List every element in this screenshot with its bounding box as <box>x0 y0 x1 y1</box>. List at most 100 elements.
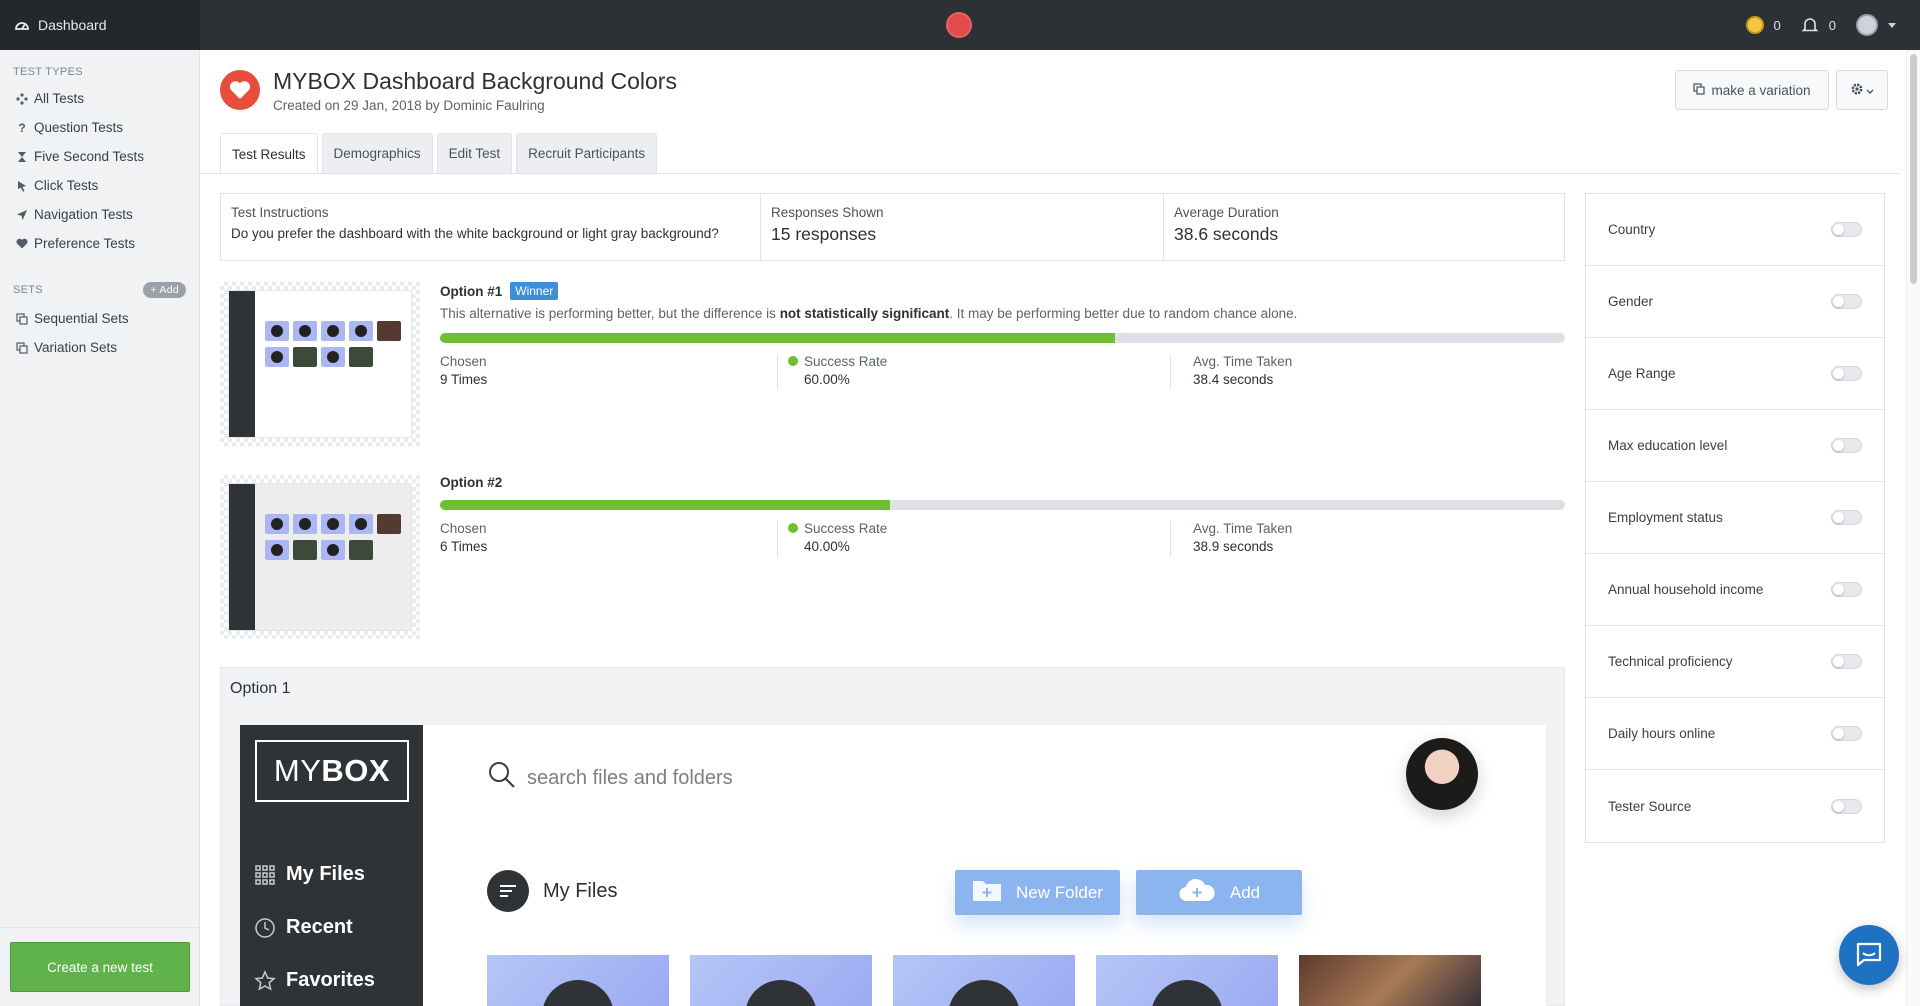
success-dot-icon <box>788 356 798 366</box>
tab-bar: Test Results Demographics Edit Test Recr… <box>220 133 658 174</box>
option-preview-panel: Option 1 MY BOX My Files Recent Favorites <box>220 667 1565 1006</box>
preview-file-tile <box>487 955 669 1006</box>
notifications-indicator[interactable]: 0 <box>1801 16 1836 34</box>
filter-income: Annual household income <box>1586 554 1884 626</box>
tab-demographics[interactable]: Demographics <box>321 133 433 173</box>
filter-education: Max education level <box>1586 410 1884 482</box>
instructions-text: Do you prefer the dashboard with the whi… <box>231 226 719 241</box>
hourglass-icon <box>15 150 29 164</box>
sidebar-item-label: Sequential Sets <box>34 311 129 326</box>
app-logo[interactable] <box>946 12 972 38</box>
top-bar: Dashboard 0 0 <box>0 0 1920 50</box>
preview-file-tile <box>690 955 872 1006</box>
stat-value: 6 Times <box>440 539 488 554</box>
add-set-button[interactable]: + Add <box>143 282 186 298</box>
dashboard-label: Dashboard <box>38 17 107 33</box>
significance-note: This alternative is performing better, b… <box>440 306 1297 321</box>
sitemap-icon <box>15 92 29 106</box>
filter-technical-proficiency: Technical proficiency <box>1586 626 1884 698</box>
filter-toggle[interactable] <box>1831 222 1862 237</box>
filter-label: Max education level <box>1608 438 1728 453</box>
tab-edit-test[interactable]: Edit Test <box>436 133 513 173</box>
sidebar-item-click-tests[interactable]: Click Tests <box>0 171 199 200</box>
sidebar-item-question-tests[interactable]: ? Question Tests <box>0 113 199 142</box>
sidebar-item-sequential-sets[interactable]: Sequential Sets <box>0 304 199 333</box>
create-test-button[interactable]: Create a new test <box>10 942 190 992</box>
heart-icon <box>15 237 29 251</box>
list-icon <box>487 870 529 912</box>
question-icon: ? <box>18 120 26 135</box>
filter-label: Tester Source <box>1608 798 1692 814</box>
preview-section-label: My Files <box>543 879 618 902</box>
filter-toggle[interactable] <box>1831 798 1862 814</box>
filter-country: Country <box>1586 194 1884 266</box>
option-thumbnail[interactable] <box>220 475 420 639</box>
grid-icon <box>254 864 276 886</box>
sidebar-item-navigation-tests[interactable]: Navigation Tests <box>0 200 199 229</box>
success-rate-label: Success Rate <box>804 521 888 536</box>
filter-gender: Gender <box>1586 266 1884 338</box>
make-variation-button[interactable]: make a variation <box>1675 70 1829 110</box>
stat-label: Avg. Time Taken <box>1193 354 1293 369</box>
note-text: . It may be performing better due to ran… <box>949 306 1298 321</box>
settings-dropdown-button[interactable] <box>1836 70 1888 110</box>
instructions-label: Test Instructions <box>231 205 329 220</box>
make-variation-label: make a variation <box>1711 82 1811 98</box>
page-scrollbar[interactable] <box>1906 50 1920 1006</box>
filter-age-range: Age Range <box>1586 338 1884 410</box>
tab-test-results[interactable]: Test Results <box>220 133 318 174</box>
preview-sidebar: MY BOX My Files Recent Favorites <box>240 725 423 1006</box>
filter-tester-source: Tester Source <box>1586 770 1884 842</box>
preview-nav-item: Favorites <box>254 969 375 992</box>
thumbnail-image <box>228 483 412 631</box>
bell-icon <box>1801 16 1819 34</box>
duration-cell: Average Duration 38.6 seconds <box>1164 194 1564 260</box>
filter-label: Technical proficiency <box>1608 654 1733 669</box>
preview-add-button: Add <box>1136 870 1302 915</box>
stat-label: Success Rate <box>788 354 887 369</box>
search-icon <box>487 760 517 796</box>
dashboard-link[interactable]: Dashboard <box>0 0 200 50</box>
user-menu[interactable] <box>1856 14 1896 36</box>
preview-nav-item: Recent <box>254 916 353 939</box>
page-subtitle: Created on 29 Jan, 2018 by Dominic Faulr… <box>273 98 545 113</box>
tachometer-icon <box>14 17 30 33</box>
coins-indicator[interactable]: 0 <box>1745 16 1781 34</box>
preview-file-tile <box>1096 955 1278 1006</box>
filter-toggle[interactable] <box>1831 582 1862 597</box>
preview-new-folder-label: New Folder <box>1016 882 1103 902</box>
scrollbar-thumb[interactable] <box>1910 54 1917 284</box>
location-arrow-icon <box>15 208 29 222</box>
tab-recruit-participants[interactable]: Recruit Participants <box>516 133 658 173</box>
sidebar-item-label: Five Second Tests <box>34 149 145 164</box>
sidebar-item-five-second-tests[interactable]: Five Second Tests <box>0 142 199 171</box>
filter-label: Employment status <box>1608 510 1723 525</box>
chat-launcher-button[interactable] <box>1839 925 1899 985</box>
option-thumbnail[interactable] <box>220 282 420 446</box>
note-text: This alternative is performing better, b… <box>440 306 780 321</box>
stat-divider <box>1170 354 1171 390</box>
sidebar-item-variation-sets[interactable]: Variation Sets <box>0 333 199 362</box>
stat-value: 60.00% <box>804 372 850 387</box>
sidebar-item-label: Preference Tests <box>34 236 136 251</box>
filter-daily-hours-online: Daily hours online <box>1586 698 1884 770</box>
preference-bar-fill <box>440 333 1115 343</box>
cloud-upload-icon <box>1178 877 1216 908</box>
preference-bar <box>440 333 1565 343</box>
sidebar-item-preference-tests[interactable]: Preference Tests <box>0 229 199 258</box>
summary-box: Test Instructions Do you prefer the dash… <box>220 193 1565 261</box>
filter-toggle[interactable] <box>1831 438 1862 453</box>
stat-value: 38.4 seconds <box>1193 372 1274 387</box>
sidebar-item-all-tests[interactable]: All Tests <box>0 84 199 113</box>
preview-screenshot[interactable]: MY BOX My Files Recent Favorites search f… <box>240 725 1546 1006</box>
option-name: Option #1 <box>440 283 503 299</box>
filter-toggle[interactable] <box>1831 294 1862 309</box>
filter-toggle[interactable] <box>1831 366 1862 381</box>
folder-icon <box>972 878 1002 907</box>
filter-toggle[interactable] <box>1831 654 1862 669</box>
filter-toggle[interactable] <box>1831 510 1862 525</box>
success-dot-icon <box>788 523 798 533</box>
success-rate-stat: Success Rate 40.00% <box>788 521 887 554</box>
filter-toggle[interactable] <box>1831 726 1862 741</box>
preview-section-title: My Files <box>487 870 617 912</box>
